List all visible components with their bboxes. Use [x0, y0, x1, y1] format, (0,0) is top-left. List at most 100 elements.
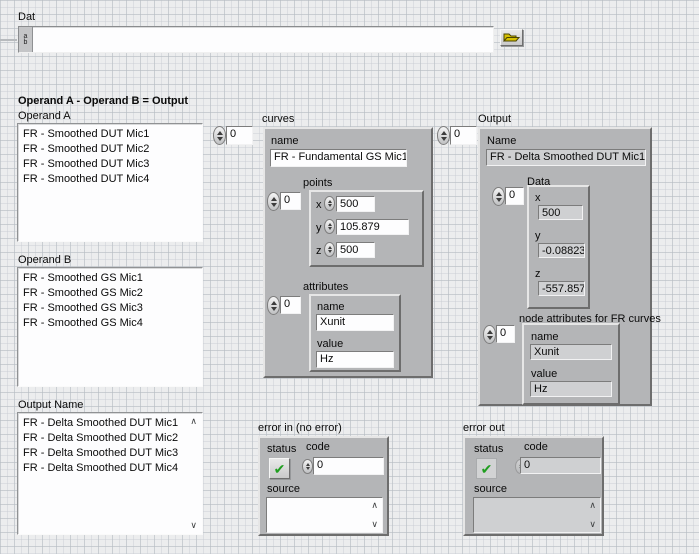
- error-in-status-label: status: [267, 443, 296, 455]
- list-item[interactable]: FR - Smoothed GS Mic2: [18, 286, 202, 301]
- error-out-status-label: status: [474, 443, 503, 455]
- y-label: y: [316, 222, 322, 234]
- attributes-label: attributes: [303, 281, 348, 293]
- check-icon: ✔: [481, 462, 493, 476]
- node-attr-value-label: value: [531, 368, 557, 380]
- scroll-up-icon[interactable]: ∧: [190, 417, 197, 426]
- attr-name-field[interactable]: Xunit: [316, 314, 394, 331]
- data-cluster: x 500 y -0.08823 z -557.857: [527, 185, 590, 309]
- output-name-label: Output Name: [18, 399, 83, 411]
- curve-name-field[interactable]: FR - Fundamental GS Mic1: [270, 149, 407, 167]
- error-in-status-checkbox[interactable]: ✔: [269, 458, 290, 479]
- list-item[interactable]: FR - Smoothed GS Mic1: [18, 271, 202, 286]
- data-x-field: 500: [538, 205, 583, 220]
- scroll-up-icon[interactable]: ∧: [589, 501, 596, 510]
- x-field[interactable]: 500: [336, 196, 375, 212]
- error-in-code-field[interactable]: 0: [313, 457, 384, 475]
- list-item[interactable]: FR - Smoothed GS Mic4: [18, 316, 202, 331]
- attributes-index-field[interactable]: 0: [280, 296, 301, 314]
- operand-b-label: Operand B: [18, 254, 71, 266]
- curves-index-field[interactable]: 0: [226, 126, 253, 145]
- curves-label: curves: [262, 113, 294, 125]
- z-spinner[interactable]: [324, 242, 335, 257]
- list-item[interactable]: FR - Delta Smoothed DUT Mic3: [18, 446, 202, 461]
- points-index-spinner[interactable]: [267, 192, 280, 211]
- error-in-code-label: code: [306, 441, 330, 453]
- x-label: x: [316, 199, 322, 211]
- data-x-label: x: [535, 192, 541, 204]
- attr-name-label: name: [317, 301, 345, 313]
- output-name-listbox[interactable]: FR - Delta Smoothed DUT Mic1 FR - Delta …: [17, 412, 203, 535]
- attributes-cluster: name Xunit value Hz: [309, 294, 401, 372]
- curves-cluster: name FR - Fundamental GS Mic1 points 0 x…: [263, 127, 433, 378]
- scroll-down-icon[interactable]: ∨: [589, 520, 596, 529]
- path-glyph-bottom: b: [24, 40, 28, 46]
- list-item[interactable]: FR - Delta Smoothed DUT Mic1: [18, 416, 202, 431]
- labview-front-panel: Dat a b Operand A - Operand B = Output O…: [0, 0, 699, 554]
- output-cluster: Name FR - Delta Smoothed DUT Mic1 Data 0…: [478, 127, 652, 406]
- data-index-field[interactable]: 0: [505, 187, 524, 205]
- wire-stub: [0, 39, 17, 41]
- path-type-icon: a b: [19, 27, 33, 52]
- error-in-cluster: status ✔ code 0 source ∧ ∨: [258, 436, 389, 536]
- error-out-label: error out: [463, 422, 505, 434]
- list-item[interactable]: FR - Delta Smoothed DUT Mic2: [18, 431, 202, 446]
- y-spinner[interactable]: [324, 219, 335, 234]
- scroll-down-icon[interactable]: ∨: [371, 520, 378, 529]
- data-y-field: -0.08823: [538, 243, 585, 258]
- data-z-field: -557.857: [538, 281, 585, 296]
- attr-value-field[interactable]: Hz: [316, 351, 394, 368]
- z-field[interactable]: 500: [336, 242, 375, 258]
- node-attr-value-field: Hz: [530, 381, 612, 397]
- output-name-field: FR - Delta Smoothed DUT Mic1: [486, 149, 646, 166]
- path-label: Dat: [18, 11, 35, 23]
- data-path-input[interactable]: a b: [18, 26, 494, 53]
- error-out-code-label: code: [524, 441, 548, 453]
- browse-button[interactable]: [500, 29, 523, 46]
- points-label: points: [303, 177, 332, 189]
- list-item[interactable]: FR - Smoothed GS Mic3: [18, 301, 202, 316]
- curves-index-spinner[interactable]: [213, 126, 226, 145]
- list-item[interactable]: FR - Delta Smoothed DUT Mic4: [18, 461, 202, 476]
- x-spinner[interactable]: [324, 196, 335, 211]
- error-out-source-field: ∧ ∨: [473, 497, 601, 533]
- y-field[interactable]: 105.879: [336, 219, 409, 235]
- page-title: Operand A - Operand B = Output: [18, 95, 188, 107]
- output-name-field-label: Name: [487, 135, 516, 147]
- data-z-label: z: [535, 268, 541, 280]
- data-y-label: y: [535, 230, 541, 242]
- error-in-source-label: source: [267, 483, 300, 495]
- data-index-spinner[interactable]: [492, 187, 505, 206]
- operand-a-listbox[interactable]: FR - Smoothed DUT Mic1 FR - Smoothed DUT…: [17, 123, 203, 242]
- node-attributes-cluster: name Xunit value Hz: [522, 323, 620, 405]
- scroll-up-icon[interactable]: ∧: [371, 501, 378, 510]
- check-icon: ✔: [274, 462, 286, 476]
- error-out-code-field: 0: [520, 457, 601, 474]
- folder-icon: [503, 32, 520, 43]
- z-label: z: [316, 245, 322, 257]
- node-attributes-index-spinner[interactable]: [483, 325, 496, 344]
- operand-a-label: Operand A: [18, 110, 71, 122]
- output-index-field[interactable]: 0: [450, 126, 477, 145]
- list-item[interactable]: FR - Smoothed DUT Mic4: [18, 172, 202, 187]
- error-in-code-spinner[interactable]: [302, 459, 313, 474]
- attr-value-label: value: [317, 338, 343, 350]
- error-out-cluster: status ✔ code 0 source ∧ ∨: [463, 436, 604, 536]
- error-out-source-label: source: [474, 483, 507, 495]
- list-item[interactable]: FR - Smoothed DUT Mic1: [18, 127, 202, 142]
- curve-name-label: name: [271, 135, 299, 147]
- list-item[interactable]: FR - Smoothed DUT Mic3: [18, 157, 202, 172]
- attributes-index-spinner[interactable]: [267, 296, 280, 315]
- error-in-source-field[interactable]: ∧ ∨: [266, 497, 383, 533]
- points-index-field[interactable]: 0: [280, 192, 301, 210]
- node-attributes-index-field[interactable]: 0: [496, 325, 515, 343]
- error-in-label: error in (no error): [258, 422, 342, 434]
- output-index-spinner[interactable]: [437, 126, 450, 145]
- scroll-down-icon[interactable]: ∨: [190, 521, 197, 530]
- output-label: Output: [478, 113, 511, 125]
- operand-b-listbox[interactable]: FR - Smoothed GS Mic1 FR - Smoothed GS M…: [17, 267, 203, 387]
- node-attr-name-field: Xunit: [530, 344, 612, 360]
- list-item[interactable]: FR - Smoothed DUT Mic2: [18, 142, 202, 157]
- node-attr-name-label: name: [531, 331, 559, 343]
- points-cluster: x 500 y 105.879 z 500: [309, 190, 424, 267]
